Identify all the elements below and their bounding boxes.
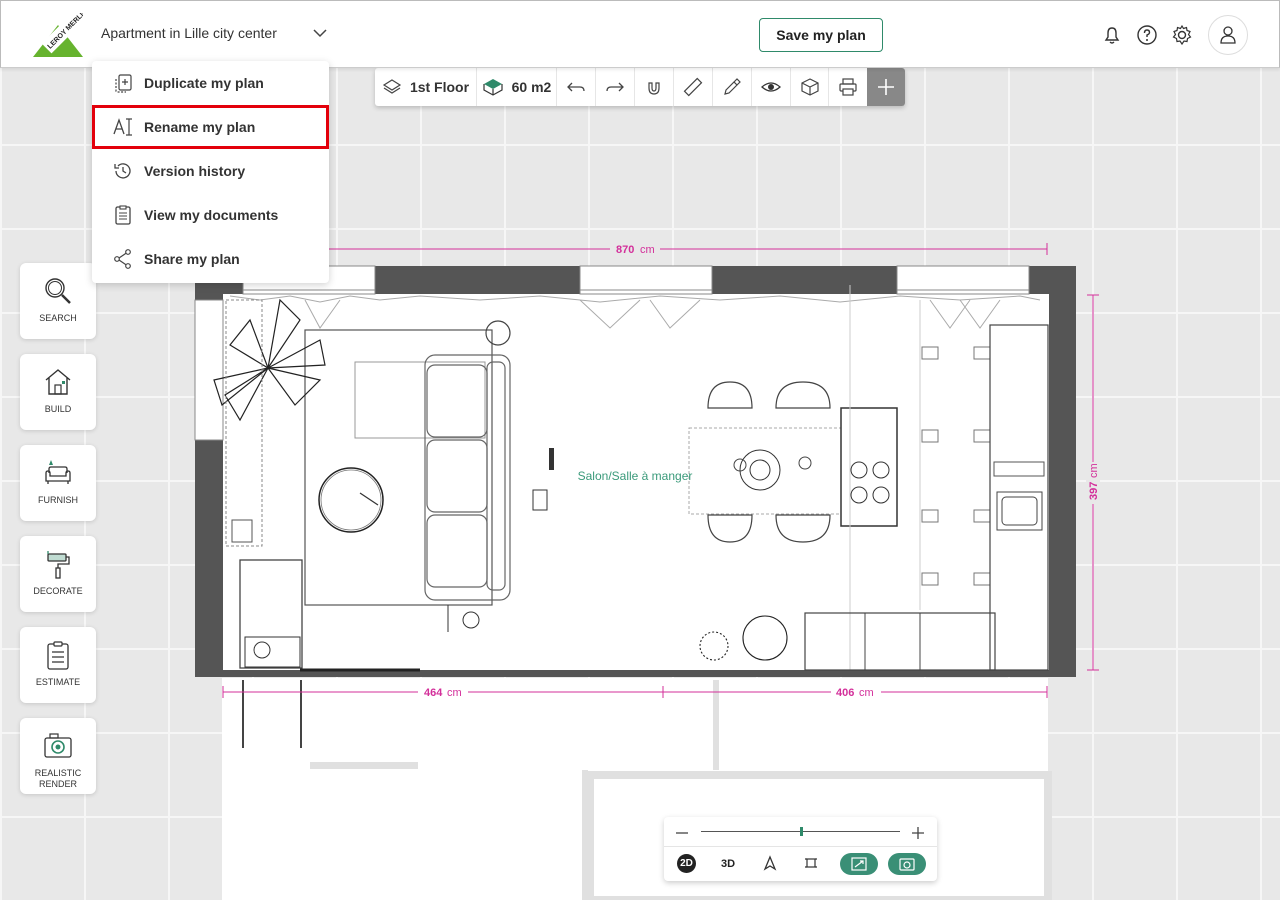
camera-capture-icon bbox=[899, 858, 915, 871]
save-plan-button[interactable]: Save my plan bbox=[759, 18, 883, 52]
zoom-panel: 2D 3D bbox=[664, 817, 937, 881]
redo-button[interactable] bbox=[596, 68, 635, 106]
measure-button[interactable] bbox=[674, 68, 713, 106]
undo-icon bbox=[567, 82, 585, 92]
leroy-merlin-logo[interactable]: LEROY MERLIN bbox=[33, 13, 83, 57]
dimension-bottom-left-value[interactable]: 464 bbox=[424, 687, 443, 699]
add-floor-button[interactable] bbox=[867, 68, 905, 106]
menu-item-duplicate[interactable]: Duplicate my plan bbox=[92, 61, 329, 105]
zoom-out-icon[interactable] bbox=[674, 825, 690, 841]
menu-item-label: View my documents bbox=[144, 207, 279, 223]
dimension-right-unit: cm bbox=[1088, 463, 1100, 478]
eyedropper-button[interactable] bbox=[713, 68, 752, 106]
redo-icon bbox=[606, 82, 624, 92]
floor-label: 1st Floor bbox=[409, 79, 470, 95]
screenshot-button[interactable] bbox=[888, 853, 926, 875]
3d-object-button[interactable] bbox=[791, 68, 829, 106]
history-icon bbox=[114, 163, 131, 179]
zoom-in-icon[interactable] bbox=[910, 825, 926, 841]
share-icon bbox=[114, 249, 131, 269]
area-display[interactable]: 60 m2 bbox=[477, 68, 557, 106]
menu-item-rename[interactable]: Rename my plan bbox=[92, 105, 329, 149]
dimension-top-unit: cm bbox=[640, 244, 655, 256]
floor-layers-icon bbox=[382, 79, 402, 94]
eye-icon bbox=[761, 82, 781, 92]
user-avatar[interactable] bbox=[1208, 15, 1248, 55]
bell-icon[interactable] bbox=[1101, 24, 1123, 46]
print-button[interactable] bbox=[829, 68, 867, 106]
dimension-bottom-right-value[interactable]: 406 bbox=[836, 687, 854, 699]
area-cube-icon bbox=[483, 79, 503, 96]
printer-icon bbox=[839, 78, 857, 96]
fit-screen-icon bbox=[851, 857, 867, 871]
ruler-icon bbox=[683, 77, 703, 97]
dimension-bottom-left-unit: cm bbox=[447, 687, 462, 699]
plan-title[interactable]: Apartment in Lille city center bbox=[101, 25, 277, 41]
user-icon bbox=[1220, 26, 1236, 44]
duplicate-icon bbox=[115, 74, 132, 93]
menu-item-version-history[interactable]: Version history bbox=[92, 149, 329, 193]
menu-item-label: Duplicate my plan bbox=[144, 75, 264, 91]
zoom-slider[interactable] bbox=[701, 827, 900, 836]
menu-item-documents[interactable]: View my documents bbox=[92, 193, 329, 237]
app-header: LEROY MERLIN Apartment in Lille city cen… bbox=[0, 0, 1280, 68]
eyedropper-icon bbox=[724, 78, 741, 95]
view-3d-button[interactable]: 3D bbox=[718, 854, 738, 873]
chevron-down-icon[interactable] bbox=[312, 25, 328, 41]
fit-to-screen-button[interactable] bbox=[840, 853, 878, 875]
menu-item-label: Version history bbox=[144, 163, 246, 179]
area-label: 60 m2 bbox=[511, 79, 552, 95]
dimension-right-value[interactable]: 397 bbox=[1088, 482, 1100, 500]
magnet-button[interactable] bbox=[635, 68, 674, 106]
view-2d-button[interactable]: 2D bbox=[677, 854, 696, 873]
plan-options-menu: Duplicate my plan Rename my plan Version… bbox=[92, 61, 329, 283]
compass-icon[interactable] bbox=[762, 855, 778, 871]
floor-selector[interactable]: 1st Floor bbox=[375, 68, 477, 106]
menu-item-label: Rename my plan bbox=[144, 119, 256, 135]
zoom-slider-handle[interactable] bbox=[799, 827, 803, 836]
room-label[interactable]: Salon/Salle à manger bbox=[578, 469, 693, 483]
menu-item-share[interactable]: Share my plan bbox=[92, 237, 329, 281]
center-view-icon[interactable] bbox=[803, 855, 819, 871]
rename-icon bbox=[113, 118, 132, 136]
gear-icon[interactable] bbox=[1171, 24, 1193, 46]
visibility-button[interactable] bbox=[752, 68, 791, 106]
documents-icon bbox=[115, 205, 131, 225]
plus-icon bbox=[878, 79, 894, 95]
magnet-icon bbox=[648, 82, 660, 95]
undo-button[interactable] bbox=[557, 68, 596, 106]
dimension-bottom-right-unit: cm bbox=[859, 687, 874, 699]
cube-icon bbox=[800, 78, 819, 96]
help-icon[interactable] bbox=[1136, 24, 1158, 46]
floor-toolbar: 1st Floor 60 m2 bbox=[375, 68, 905, 106]
menu-item-label: Share my plan bbox=[144, 251, 240, 267]
dimension-top-value[interactable]: 870 bbox=[616, 244, 634, 256]
